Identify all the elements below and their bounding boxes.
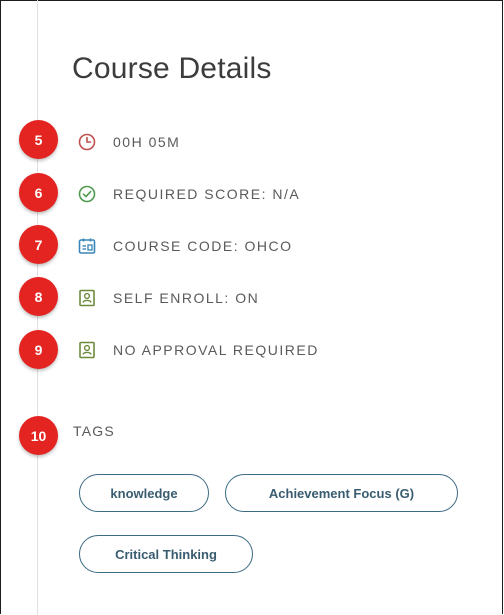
step-badge-7: 7 xyxy=(19,225,58,264)
calendar-code-icon xyxy=(78,238,96,254)
check-circle-icon xyxy=(78,185,96,203)
id-card-icon xyxy=(79,341,95,359)
approval-label: NO APPROVAL REQUIRED xyxy=(113,342,319,358)
panel-frame xyxy=(0,0,503,614)
step-badge-6: 6 xyxy=(19,173,58,212)
clock-icon xyxy=(78,133,96,151)
tags-heading: TAGS xyxy=(73,423,115,439)
tag-knowledge[interactable]: knowledge xyxy=(79,474,209,512)
step-badge-5: 5 xyxy=(19,120,58,159)
course-code-label: COURSE CODE: OHCO xyxy=(113,238,293,254)
id-card-icon xyxy=(79,289,95,307)
duration-label: 00H 05M xyxy=(113,134,181,150)
self-enroll-label: SELF ENROLL: ON xyxy=(113,290,260,306)
tag-critical-thinking[interactable]: Critical Thinking xyxy=(79,535,253,573)
step-badge-8: 8 xyxy=(19,277,58,316)
step-badge-10: 10 xyxy=(19,416,58,455)
tag-achievement-focus[interactable]: Achievement Focus (G) xyxy=(225,474,458,512)
required-score-label: REQUIRED SCORE: N/A xyxy=(113,186,301,202)
step-badge-9: 9 xyxy=(19,330,58,369)
page-title: Course Details xyxy=(72,52,272,85)
